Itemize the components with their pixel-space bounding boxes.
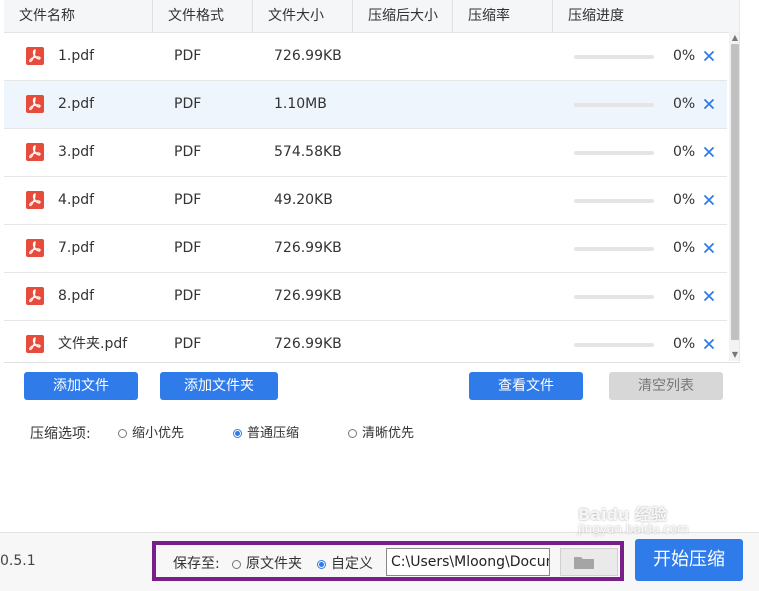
remove-file-icon[interactable] [701, 96, 717, 112]
pdf-file-icon [26, 191, 44, 209]
progress-bar [574, 103, 654, 107]
file-size-cell: 726.99KB [274, 240, 342, 256]
watermark-title: Baidu 经验 [578, 505, 667, 524]
progress-bar [574, 247, 654, 251]
save-custom-label: 自定义 [331, 556, 373, 572]
progress-percent: 0% [673, 336, 696, 352]
baidu-watermark: Baidu 经验 jingyan.baidu.com [578, 505, 689, 537]
file-format-cell: PDF [174, 336, 202, 352]
scroll-up-arrow-icon[interactable]: ▲ [729, 32, 739, 44]
remove-file-icon[interactable] [701, 192, 717, 208]
file-format-cell: PDF [174, 96, 202, 112]
radio-clarity-first[interactable] [348, 429, 357, 438]
table-row[interactable]: 7.pdf PDF 726.99KB 0% [4, 225, 727, 273]
file-name-cell: 1.pdf [58, 48, 95, 64]
progress-percent: 0% [673, 192, 696, 208]
add-folder-button[interactable]: 添加文件夹 [160, 372, 278, 400]
radio-smaller-first[interactable] [118, 429, 127, 438]
remove-file-icon[interactable] [701, 288, 717, 304]
option-normal[interactable]: 普通压缩 [233, 422, 299, 446]
file-size-cell: 726.99KB [274, 48, 342, 64]
save-to-label: 保存至: [173, 556, 220, 572]
file-table: 文件名称 文件格式 文件大小 压缩后大小 压缩率 压缩进度 1.pdf PDF 72… [4, 0, 740, 363]
table-row[interactable]: 2.pdf PDF 1.10MB 0% [4, 81, 727, 129]
file-format-cell: PDF [174, 144, 202, 160]
compress-options: 压缩选项: 缩小优先 普通压缩 清晰优先 [30, 422, 414, 446]
scroll-thumb[interactable] [731, 44, 739, 340]
file-format-cell: PDF [174, 192, 202, 208]
file-name-cell: 2.pdf [58, 96, 95, 112]
header-compressed-size[interactable]: 压缩后大小 [353, 0, 453, 32]
version-text: 0.5.1 [0, 553, 36, 569]
scrollbar[interactable]: ▲ ▼ [729, 32, 739, 361]
remove-file-icon[interactable] [701, 48, 717, 64]
file-size-cell: 726.99KB [274, 288, 342, 304]
file-format-cell: PDF [174, 288, 202, 304]
file-format-cell: PDF [174, 240, 202, 256]
file-name-cell: 3.pdf [58, 144, 95, 160]
remove-file-icon[interactable] [701, 336, 717, 352]
table-row[interactable]: 3.pdf PDF 574.58KB 0% [4, 129, 727, 177]
file-size-cell: 1.10MB [274, 96, 327, 112]
save-custom-option[interactable]: 自定义 [317, 553, 373, 573]
save-original-folder-label: 原文件夹 [246, 556, 302, 572]
header-file-format[interactable]: 文件格式 [153, 0, 253, 32]
folder-icon [574, 557, 594, 569]
table-row[interactable]: 4.pdf PDF 49.20KB 0% [4, 177, 727, 225]
save-original-folder-option[interactable]: 原文件夹 [232, 553, 302, 573]
pdf-file-icon [26, 287, 44, 305]
option-clarity-first[interactable]: 清晰优先 [348, 422, 414, 446]
remove-file-icon[interactable] [701, 144, 717, 160]
progress-bar [574, 199, 654, 203]
remove-file-icon[interactable] [701, 240, 717, 256]
table-row[interactable]: 文件夹.pdf PDF 726.99KB 0% [4, 321, 727, 362]
file-name-cell: 8.pdf [58, 288, 95, 304]
header-compression-ratio[interactable]: 压缩率 [453, 0, 553, 32]
progress-percent: 0% [673, 144, 696, 160]
compress-options-label: 压缩选项: [30, 426, 91, 442]
option-smaller-first-label: 缩小优先 [132, 426, 185, 441]
radio-normal[interactable] [233, 429, 242, 438]
file-format-cell: PDF [174, 48, 202, 64]
header-file-size[interactable]: 文件大小 [253, 0, 353, 32]
option-normal-label: 普通压缩 [247, 426, 300, 441]
table-header: 文件名称 文件格式 文件大小 压缩后大小 压缩率 压缩进度 [4, 0, 739, 33]
progress-bar [574, 343, 654, 347]
header-file-name[interactable]: 文件名称 [4, 0, 153, 32]
table-row[interactable]: 1.pdf PDF 726.99KB 0% [4, 33, 727, 81]
option-smaller-first[interactable]: 缩小优先 [118, 422, 184, 446]
start-compress-button[interactable]: 开始压缩 [635, 539, 743, 581]
file-name-cell: 文件夹.pdf [58, 336, 128, 352]
footer-bar: 0.5.1 保存至: 原文件夹 自定义 C:\Users\Mloong\Docu… [0, 532, 759, 591]
add-file-button[interactable]: 添加文件 [24, 372, 138, 400]
pdf-file-icon [26, 239, 44, 257]
file-name-cell: 7.pdf [58, 240, 95, 256]
radio-custom[interactable] [317, 559, 326, 569]
header-compression-progress[interactable]: 压缩进度 [553, 0, 739, 32]
file-size-cell: 726.99KB [274, 336, 342, 352]
view-files-button[interactable]: 查看文件 [469, 372, 583, 400]
progress-bar [574, 151, 654, 155]
progress-bar [574, 295, 654, 299]
save-path-input[interactable]: C:\Users\Mloong\Docum [386, 548, 550, 576]
table-row[interactable]: 8.pdf PDF 726.99KB 0% [4, 273, 727, 321]
pdf-file-icon [26, 47, 44, 65]
pdf-file-icon [26, 335, 44, 353]
progress-percent: 0% [673, 96, 696, 112]
progress-percent: 0% [673, 240, 696, 256]
watermark-url: jingyan.baidu.com [578, 522, 689, 536]
pdf-file-icon [26, 143, 44, 161]
clear-list-button[interactable]: 清空列表 [609, 372, 723, 400]
file-name-cell: 4.pdf [58, 192, 95, 208]
progress-bar [574, 55, 654, 59]
progress-percent: 0% [673, 288, 696, 304]
file-size-cell: 574.58KB [274, 144, 342, 160]
radio-original-folder[interactable] [232, 559, 241, 569]
file-size-cell: 49.20KB [274, 192, 333, 208]
option-clarity-first-label: 清晰优先 [362, 426, 415, 441]
scroll-down-arrow-icon[interactable]: ▼ [729, 349, 739, 361]
pdf-file-icon [26, 95, 44, 113]
progress-percent: 0% [673, 48, 696, 64]
browse-folder-button[interactable] [560, 548, 618, 576]
